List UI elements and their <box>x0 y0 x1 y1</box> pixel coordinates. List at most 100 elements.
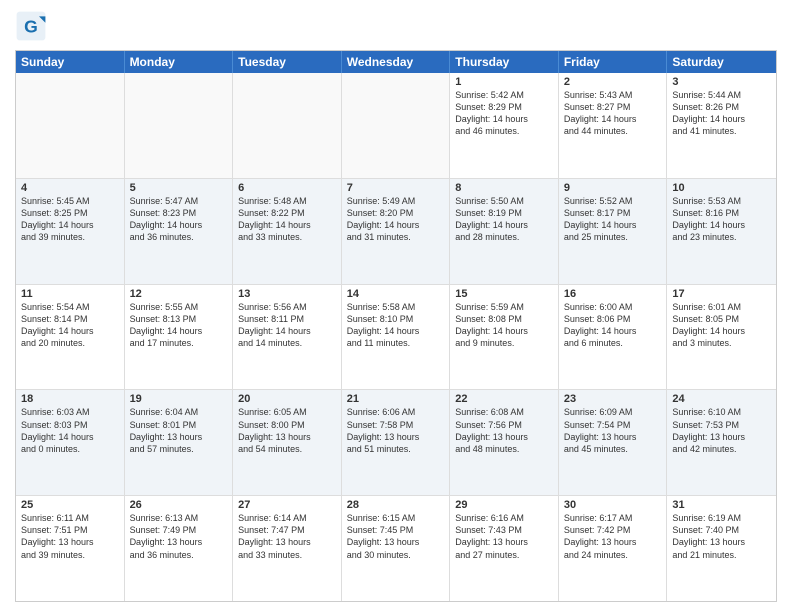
cell-content: Sunrise: 6:09 AM Sunset: 7:54 PM Dayligh… <box>564 406 662 455</box>
calendar-row-5: 25Sunrise: 6:11 AM Sunset: 7:51 PM Dayli… <box>16 496 776 601</box>
day-number: 21 <box>347 393 445 405</box>
header: G <box>15 10 777 42</box>
day-wednesday: Wednesday <box>342 51 451 73</box>
cell-content: Sunrise: 6:05 AM Sunset: 8:00 PM Dayligh… <box>238 406 336 455</box>
day-number: 10 <box>672 182 771 194</box>
day-number: 28 <box>347 499 445 511</box>
calendar-row-3: 11Sunrise: 5:54 AM Sunset: 8:14 PM Dayli… <box>16 285 776 391</box>
logo: G <box>15 10 51 42</box>
day-number: 24 <box>672 393 771 405</box>
cell-content: Sunrise: 5:55 AM Sunset: 8:13 PM Dayligh… <box>130 301 228 350</box>
cell-content: Sunrise: 5:56 AM Sunset: 8:11 PM Dayligh… <box>238 301 336 350</box>
calendar-row-2: 4Sunrise: 5:45 AM Sunset: 8:25 PM Daylig… <box>16 179 776 285</box>
cell-content: Sunrise: 6:01 AM Sunset: 8:05 PM Dayligh… <box>672 301 771 350</box>
calendar-cell-r2-c1: 12Sunrise: 5:55 AM Sunset: 8:13 PM Dayli… <box>125 285 234 390</box>
cell-content: Sunrise: 5:44 AM Sunset: 8:26 PM Dayligh… <box>672 89 771 138</box>
calendar-cell-r1-c4: 8Sunrise: 5:50 AM Sunset: 8:19 PM Daylig… <box>450 179 559 284</box>
day-number: 20 <box>238 393 336 405</box>
calendar-cell-r4-c4: 29Sunrise: 6:16 AM Sunset: 7:43 PM Dayli… <box>450 496 559 601</box>
calendar-cell-r2-c4: 15Sunrise: 5:59 AM Sunset: 8:08 PM Dayli… <box>450 285 559 390</box>
cell-content: Sunrise: 5:48 AM Sunset: 8:22 PM Dayligh… <box>238 195 336 244</box>
calendar-header: Sunday Monday Tuesday Wednesday Thursday… <box>16 51 776 73</box>
calendar-cell-r4-c1: 26Sunrise: 6:13 AM Sunset: 7:49 PM Dayli… <box>125 496 234 601</box>
day-number: 2 <box>564 76 662 88</box>
calendar-cell-r4-c5: 30Sunrise: 6:17 AM Sunset: 7:42 PM Dayli… <box>559 496 668 601</box>
day-number: 27 <box>238 499 336 511</box>
calendar-cell-r0-c0 <box>16 73 125 178</box>
calendar-row-4: 18Sunrise: 6:03 AM Sunset: 8:03 PM Dayli… <box>16 390 776 496</box>
cell-content: Sunrise: 6:19 AM Sunset: 7:40 PM Dayligh… <box>672 512 771 561</box>
calendar-cell-r3-c5: 23Sunrise: 6:09 AM Sunset: 7:54 PM Dayli… <box>559 390 668 495</box>
day-number: 26 <box>130 499 228 511</box>
calendar-cell-r0-c3 <box>342 73 451 178</box>
calendar-cell-r3-c1: 19Sunrise: 6:04 AM Sunset: 8:01 PM Dayli… <box>125 390 234 495</box>
calendar-cell-r4-c6: 31Sunrise: 6:19 AM Sunset: 7:40 PM Dayli… <box>667 496 776 601</box>
calendar-cell-r1-c3: 7Sunrise: 5:49 AM Sunset: 8:20 PM Daylig… <box>342 179 451 284</box>
cell-content: Sunrise: 5:54 AM Sunset: 8:14 PM Dayligh… <box>21 301 119 350</box>
day-thursday: Thursday <box>450 51 559 73</box>
calendar-cell-r4-c2: 27Sunrise: 6:14 AM Sunset: 7:47 PM Dayli… <box>233 496 342 601</box>
page: G Sunday Monday Tuesday Wednesday Thursd… <box>0 0 792 612</box>
cell-content: Sunrise: 6:03 AM Sunset: 8:03 PM Dayligh… <box>21 406 119 455</box>
day-number: 16 <box>564 288 662 300</box>
day-number: 14 <box>347 288 445 300</box>
day-number: 13 <box>238 288 336 300</box>
calendar-row-1: 1Sunrise: 5:42 AM Sunset: 8:29 PM Daylig… <box>16 73 776 179</box>
calendar-cell-r0-c1 <box>125 73 234 178</box>
day-number: 1 <box>455 76 553 88</box>
day-monday: Monday <box>125 51 234 73</box>
svg-text:G: G <box>24 16 38 36</box>
cell-content: Sunrise: 6:14 AM Sunset: 7:47 PM Dayligh… <box>238 512 336 561</box>
day-number: 17 <box>672 288 771 300</box>
calendar: Sunday Monday Tuesday Wednesday Thursday… <box>15 50 777 602</box>
day-number: 23 <box>564 393 662 405</box>
day-number: 5 <box>130 182 228 194</box>
cell-content: Sunrise: 6:04 AM Sunset: 8:01 PM Dayligh… <box>130 406 228 455</box>
cell-content: Sunrise: 5:49 AM Sunset: 8:20 PM Dayligh… <box>347 195 445 244</box>
day-tuesday: Tuesday <box>233 51 342 73</box>
day-friday: Friday <box>559 51 668 73</box>
calendar-cell-r2-c2: 13Sunrise: 5:56 AM Sunset: 8:11 PM Dayli… <box>233 285 342 390</box>
day-number: 22 <box>455 393 553 405</box>
day-number: 6 <box>238 182 336 194</box>
calendar-cell-r3-c6: 24Sunrise: 6:10 AM Sunset: 7:53 PM Dayli… <box>667 390 776 495</box>
cell-content: Sunrise: 5:58 AM Sunset: 8:10 PM Dayligh… <box>347 301 445 350</box>
day-number: 31 <box>672 499 771 511</box>
cell-content: Sunrise: 6:13 AM Sunset: 7:49 PM Dayligh… <box>130 512 228 561</box>
cell-content: Sunrise: 6:10 AM Sunset: 7:53 PM Dayligh… <box>672 406 771 455</box>
day-number: 11 <box>21 288 119 300</box>
cell-content: Sunrise: 5:59 AM Sunset: 8:08 PM Dayligh… <box>455 301 553 350</box>
calendar-cell-r3-c0: 18Sunrise: 6:03 AM Sunset: 8:03 PM Dayli… <box>16 390 125 495</box>
calendar-cell-r1-c2: 6Sunrise: 5:48 AM Sunset: 8:22 PM Daylig… <box>233 179 342 284</box>
calendar-cell-r1-c1: 5Sunrise: 5:47 AM Sunset: 8:23 PM Daylig… <box>125 179 234 284</box>
calendar-body: 1Sunrise: 5:42 AM Sunset: 8:29 PM Daylig… <box>16 73 776 601</box>
calendar-cell-r2-c6: 17Sunrise: 6:01 AM Sunset: 8:05 PM Dayli… <box>667 285 776 390</box>
cell-content: Sunrise: 6:11 AM Sunset: 7:51 PM Dayligh… <box>21 512 119 561</box>
calendar-cell-r3-c3: 21Sunrise: 6:06 AM Sunset: 7:58 PM Dayli… <box>342 390 451 495</box>
cell-content: Sunrise: 5:45 AM Sunset: 8:25 PM Dayligh… <box>21 195 119 244</box>
cell-content: Sunrise: 5:43 AM Sunset: 8:27 PM Dayligh… <box>564 89 662 138</box>
cell-content: Sunrise: 6:15 AM Sunset: 7:45 PM Dayligh… <box>347 512 445 561</box>
cell-content: Sunrise: 6:08 AM Sunset: 7:56 PM Dayligh… <box>455 406 553 455</box>
cell-content: Sunrise: 6:06 AM Sunset: 7:58 PM Dayligh… <box>347 406 445 455</box>
calendar-cell-r1-c6: 10Sunrise: 5:53 AM Sunset: 8:16 PM Dayli… <box>667 179 776 284</box>
day-number: 4 <box>21 182 119 194</box>
cell-content: Sunrise: 5:42 AM Sunset: 8:29 PM Dayligh… <box>455 89 553 138</box>
calendar-cell-r3-c2: 20Sunrise: 6:05 AM Sunset: 8:00 PM Dayli… <box>233 390 342 495</box>
cell-content: Sunrise: 5:53 AM Sunset: 8:16 PM Dayligh… <box>672 195 771 244</box>
cell-content: Sunrise: 6:00 AM Sunset: 8:06 PM Dayligh… <box>564 301 662 350</box>
day-number: 9 <box>564 182 662 194</box>
calendar-cell-r0-c6: 3Sunrise: 5:44 AM Sunset: 8:26 PM Daylig… <box>667 73 776 178</box>
calendar-cell-r2-c0: 11Sunrise: 5:54 AM Sunset: 8:14 PM Dayli… <box>16 285 125 390</box>
calendar-cell-r0-c2 <box>233 73 342 178</box>
calendar-cell-r1-c5: 9Sunrise: 5:52 AM Sunset: 8:17 PM Daylig… <box>559 179 668 284</box>
day-number: 30 <box>564 499 662 511</box>
calendar-cell-r1-c0: 4Sunrise: 5:45 AM Sunset: 8:25 PM Daylig… <box>16 179 125 284</box>
day-number: 12 <box>130 288 228 300</box>
logo-icon: G <box>15 10 47 42</box>
calendar-cell-r2-c5: 16Sunrise: 6:00 AM Sunset: 8:06 PM Dayli… <box>559 285 668 390</box>
cell-content: Sunrise: 5:52 AM Sunset: 8:17 PM Dayligh… <box>564 195 662 244</box>
day-number: 7 <box>347 182 445 194</box>
day-number: 18 <box>21 393 119 405</box>
day-sunday: Sunday <box>16 51 125 73</box>
